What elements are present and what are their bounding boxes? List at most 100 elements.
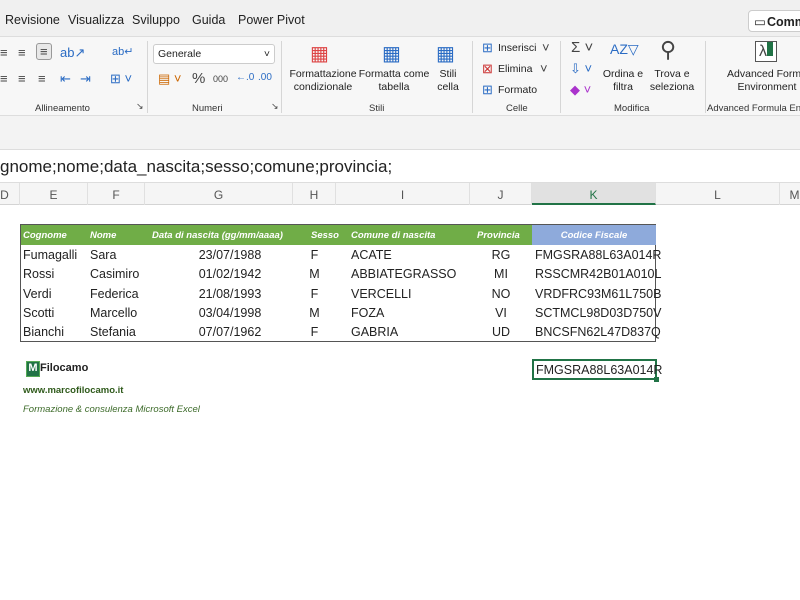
cell-data-nascita[interactable]: 03/04/1998	[151, 303, 309, 322]
column-header-f[interactable]: F	[88, 183, 145, 205]
cell-nome[interactable]: Federica	[90, 284, 139, 303]
increase-decimal-icon[interactable]: ←.0	[236, 72, 254, 83]
cell-nome[interactable]: Sara	[90, 245, 116, 264]
format-button[interactable]: Formato	[498, 84, 537, 97]
cell-sesso[interactable]: F	[293, 245, 336, 264]
sort-filter-button[interactable]: Ordina e filtra	[600, 68, 646, 94]
column-header-j[interactable]: J	[470, 183, 532, 205]
cell-codice-fiscale[interactable]: RSSCMR42B01A010L	[535, 264, 661, 283]
tab-visualizza[interactable]: Visualizza	[68, 13, 124, 27]
column-header-i[interactable]: I	[336, 183, 470, 205]
tab-sviluppo[interactable]: Sviluppo	[132, 13, 180, 27]
chevron-down-icon[interactable]: ˅	[542, 40, 550, 55]
chevron-down-icon[interactable]: ˅	[540, 61, 548, 76]
conditional-formatting-icon: ▦	[310, 43, 329, 65]
cell-nome[interactable]: Stefania	[90, 322, 136, 341]
cell-provincia[interactable]: MI	[470, 264, 532, 283]
sort-filter-icon: AZ▽	[610, 41, 639, 57]
cell-sesso[interactable]: M	[293, 303, 336, 322]
group-numeri: Numeri	[192, 103, 223, 114]
cell-comune[interactable]: ABBIATEGRASSO	[351, 264, 456, 283]
cell-provincia[interactable]: UD	[470, 322, 532, 341]
advanced-formula-button[interactable]: Advanced Formu Environment	[722, 68, 800, 94]
cell-codice-fiscale[interactable]: SCTMCL98D03D750V	[535, 303, 661, 322]
fill-icon[interactable]: ⇩ ˅	[570, 61, 592, 77]
cell-codice-fiscale[interactable]: VRDFRC93M61L750B	[535, 284, 661, 303]
cell-cognome[interactable]: Rossi	[23, 264, 54, 283]
increase-indent-icon[interactable]: ⇥	[80, 71, 91, 87]
cell-sesso[interactable]: M	[293, 264, 336, 283]
cell-nome[interactable]: Marcello	[90, 303, 137, 322]
divider	[560, 41, 561, 113]
number-dialog-icon[interactable]: ↘	[271, 101, 279, 112]
autosum-icon[interactable]: Σ ˅	[571, 39, 593, 56]
cell-cognome[interactable]: Scotti	[23, 303, 54, 322]
header-cognome[interactable]: Cognome	[23, 225, 67, 245]
insert-button[interactable]: Inserisci	[498, 42, 537, 55]
header-data-nascita[interactable]: Data di nascita (gg/mm/aaaa)	[152, 225, 283, 245]
cell-styles-button[interactable]: Stili cella	[428, 68, 468, 94]
cell-cognome[interactable]: Bianchi	[23, 322, 64, 341]
cell-comune[interactable]: GABRIA	[351, 322, 398, 341]
currency-format-icon[interactable]: ▤ ˅	[158, 71, 182, 87]
header-comune[interactable]: Comune di nascita	[351, 225, 435, 245]
cell-data-nascita[interactable]: 07/07/1962	[151, 322, 309, 341]
column-header-g[interactable]: G	[145, 183, 293, 205]
orientation-icon[interactable]: ab↗	[60, 45, 85, 61]
cell-data-nascita[interactable]: 01/02/1942	[151, 264, 309, 283]
align-bottom-icon[interactable]: ≡	[36, 43, 52, 60]
cell-sesso[interactable]: F	[293, 322, 336, 341]
website-link[interactable]: www.marcofilocamo.it	[23, 385, 123, 396]
name-box-area	[0, 116, 800, 150]
align-left-icon[interactable]: ≡	[0, 71, 8, 86]
table-body: Fumagalli Sara 23/07/1988 F ACATE RG FMGSRA88L…	[21, 245, 661, 341]
cell-comune[interactable]: ACATE	[351, 245, 392, 264]
column-header-k[interactable]: K	[532, 183, 656, 205]
alignment-dialog-icon[interactable]: ↘	[136, 101, 144, 112]
align-right-icon[interactable]: ≡	[38, 71, 46, 86]
align-middle-icon[interactable]: ≡	[18, 45, 26, 60]
wrap-text-icon[interactable]: ab↵	[112, 45, 133, 58]
cell-provincia[interactable]: VI	[470, 303, 532, 322]
cell-data-nascita[interactable]: 23/07/1988	[151, 245, 309, 264]
conditional-formatting-button[interactable]: Formattazione condizionale	[287, 68, 359, 94]
number-format-select[interactable]: Generale ˅	[153, 44, 275, 64]
column-header-l[interactable]: L	[656, 183, 780, 205]
formula-bar[interactable]: gnome;nome;data_nascita;sesso;comune;pro…	[0, 151, 800, 183]
tab-revisione[interactable]: Revisione	[5, 13, 60, 27]
tab-power-pivot[interactable]: Power Pivot	[238, 13, 305, 27]
cell-nome[interactable]: Casimiro	[90, 264, 139, 283]
cell-provincia[interactable]: RG	[470, 245, 532, 264]
cell-cognome[interactable]: Verdi	[23, 284, 52, 303]
comments-button[interactable]: ▭Comm	[748, 10, 800, 32]
merge-center-icon[interactable]: ⊞ ˅	[110, 71, 132, 87]
column-header-e[interactable]: E	[20, 183, 88, 205]
header-sesso[interactable]: Sesso	[311, 225, 339, 245]
cell-data-nascita[interactable]: 21/08/1993	[151, 284, 309, 303]
thousands-separator-icon[interactable]: 000	[213, 74, 228, 84]
cell-sesso[interactable]: F	[293, 284, 336, 303]
cell-codice-fiscale[interactable]: BNCSFN62L47D837Q	[535, 322, 661, 341]
tab-guida[interactable]: Guida	[192, 13, 225, 27]
percent-icon[interactable]: %	[192, 70, 205, 87]
selected-cell-k[interactable]: FMGSRA88L63A014R	[532, 359, 662, 382]
decrease-indent-icon[interactable]: ⇤	[60, 71, 71, 87]
cell-codice-fiscale[interactable]: FMGSRA88L63A014R	[535, 245, 661, 264]
align-center-icon[interactable]: ≡	[18, 71, 26, 86]
cell-provincia[interactable]: NO	[470, 284, 532, 303]
align-top-icon[interactable]: ≡	[0, 45, 8, 60]
cell-comune[interactable]: FOZA	[351, 303, 384, 322]
header-provincia[interactable]: Provincia	[477, 225, 520, 245]
clear-icon[interactable]: ◆ ˅	[570, 82, 591, 98]
delete-button[interactable]: Elimina	[498, 63, 532, 76]
column-header-d[interactable]: D	[0, 183, 20, 205]
decrease-decimal-icon[interactable]: .00	[258, 72, 272, 83]
header-nome[interactable]: Nome	[90, 225, 116, 245]
cell-cognome[interactable]: Fumagalli	[23, 245, 77, 264]
header-codice-fiscale[interactable]: Codice Fiscale	[532, 225, 656, 245]
column-header-m[interactable]: M	[780, 183, 800, 205]
cell-comune[interactable]: VERCELLI	[351, 284, 411, 303]
format-as-table-button[interactable]: Formatta come tabella	[358, 68, 430, 94]
column-header-h[interactable]: H	[293, 183, 336, 205]
find-select-button[interactable]: Trova e seleziona	[644, 68, 700, 94]
